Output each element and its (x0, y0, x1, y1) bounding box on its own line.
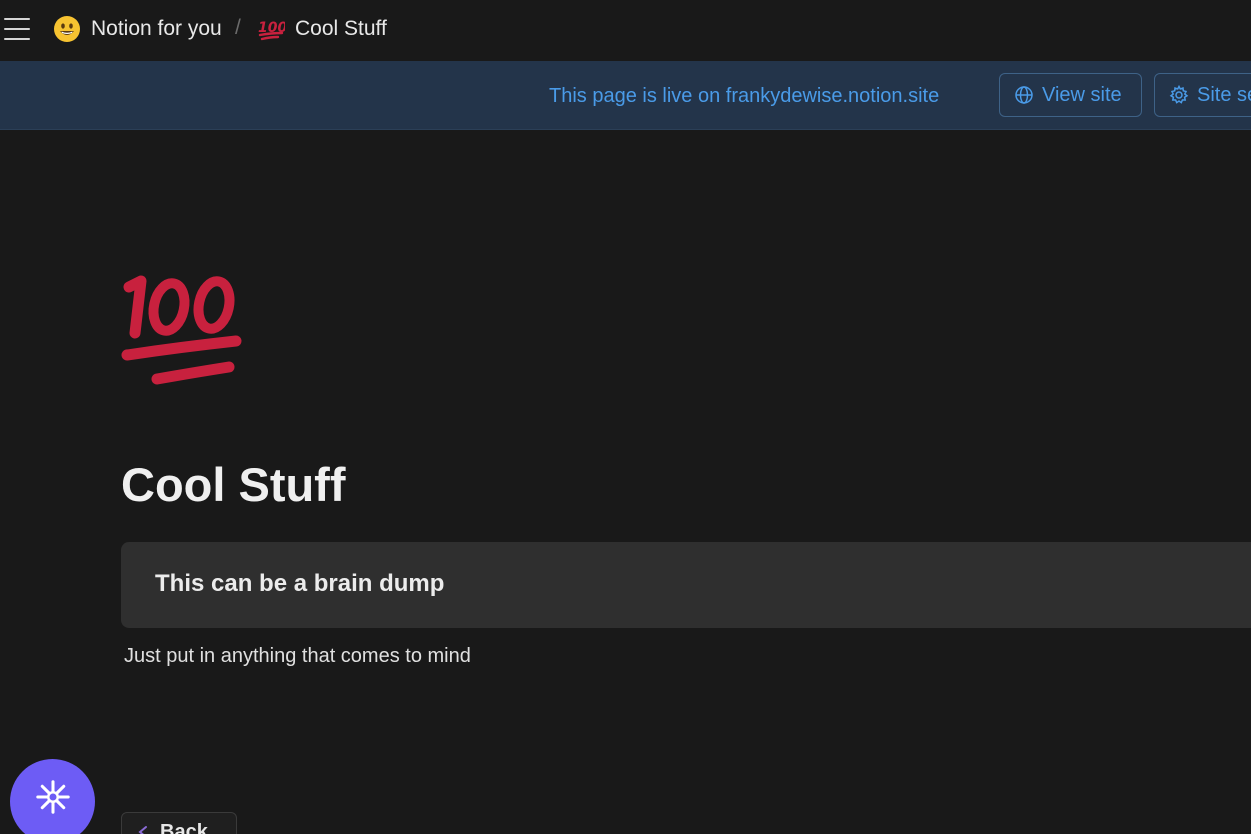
breadcrumb-separator: / (235, 16, 241, 39)
top-bar: Notion for you / 100 Cool Stuff (0, 0, 1251, 61)
body-paragraph[interactable]: Just put in anything that comes to mind (124, 645, 471, 668)
page-title[interactable]: Cool Stuff (121, 457, 346, 512)
assistant-floating-button[interactable] (10, 759, 95, 834)
breadcrumb-item-notion-for-you[interactable]: Notion for you (91, 17, 222, 41)
chevron-left-icon (138, 826, 147, 834)
gear-icon (1169, 85, 1189, 104)
sparkle-asterisk-icon (35, 779, 70, 814)
globe-icon (1015, 86, 1033, 104)
hundred-points-emoji-icon: 100 (258, 20, 285, 41)
hamburger-menu-icon[interactable] (4, 18, 30, 40)
callout-block[interactable]: This can be a brain dump (121, 542, 1251, 628)
callout-text[interactable]: This can be a brain dump (155, 570, 444, 598)
site-live-banner: This page is live on frankydewise.notion… (0, 61, 1251, 130)
site-settings-label: Site se (1197, 83, 1251, 106)
breadcrumb-item-cool-stuff[interactable]: Cool Stuff (295, 17, 387, 41)
grinning-face-emoji-icon (54, 16, 80, 42)
back-button-label: Back (160, 821, 208, 834)
view-site-label: View site (1042, 83, 1122, 106)
site-settings-button[interactable]: Site se (1154, 73, 1251, 117)
view-site-button[interactable]: View site (999, 73, 1142, 117)
hundred-points-page-icon[interactable] (121, 275, 245, 389)
site-live-message[interactable]: This page is live on frankydewise.notion… (549, 85, 939, 108)
back-button[interactable]: Back (121, 812, 237, 834)
